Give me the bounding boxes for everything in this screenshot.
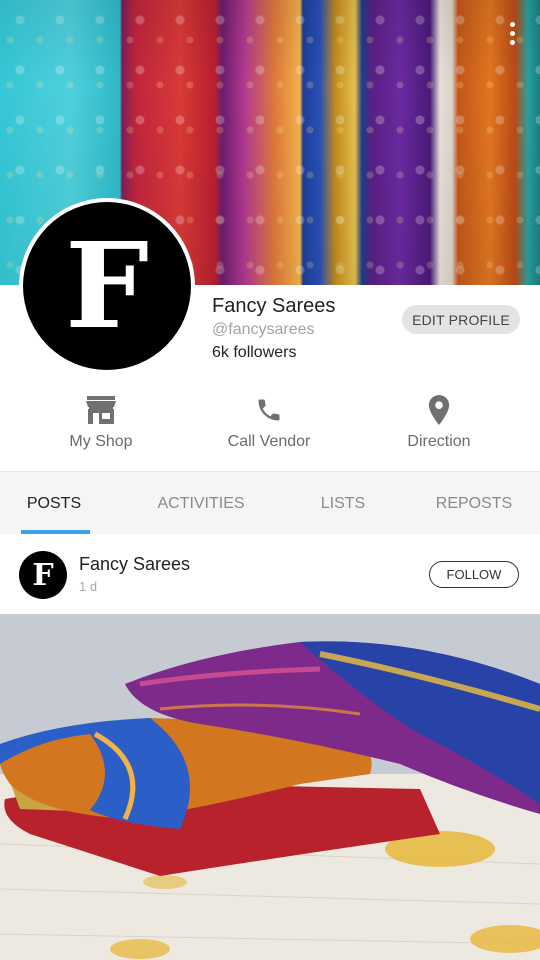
post-timestamp: 1 d <box>79 579 98 594</box>
kebab-dot <box>509 21 515 27</box>
follow-button[interactable]: FOLLOW <box>429 561 519 588</box>
kebab-dot <box>509 30 515 36</box>
tab-lists[interactable]: LISTS <box>312 472 374 535</box>
direction-button[interactable]: Direction <box>364 393 514 451</box>
profile-followers: 6k followers <box>212 344 297 361</box>
post-photo <box>0 614 540 960</box>
call-vendor-button[interactable]: Call Vendor <box>194 393 344 451</box>
post-image[interactable] <box>0 614 540 960</box>
location-pin-icon <box>422 393 456 427</box>
profile-avatar[interactable]: F <box>19 198 195 374</box>
my-shop-button[interactable]: My Shop <box>26 393 176 451</box>
kebab-dot <box>509 39 515 45</box>
tab-reposts[interactable]: REPOSTS <box>428 472 520 535</box>
edit-profile-button[interactable]: EDIT PROFILE <box>402 305 520 334</box>
profile-avatar-letter: F <box>23 202 191 370</box>
tab-activities[interactable]: ACTIVITIES <box>146 472 256 535</box>
profile-tabs: POSTS ACTIVITIES LISTS REPOSTS <box>0 471 540 534</box>
my-shop-label: My Shop <box>69 433 133 450</box>
active-tab-indicator <box>21 530 90 534</box>
profile-name: Fancy Sarees <box>212 295 336 317</box>
post-author-avatar[interactable]: F <box>19 551 67 599</box>
phone-icon <box>252 393 286 427</box>
post-header: F Fancy Sarees 1 d FOLLOW <box>0 536 540 614</box>
shop-icon <box>84 393 118 427</box>
post-author-name[interactable]: Fancy Sarees <box>79 554 190 575</box>
more-options-icon[interactable] <box>500 18 524 48</box>
call-vendor-label: Call Vendor <box>227 433 311 450</box>
profile-handle: @fancysarees <box>212 321 315 338</box>
tab-posts[interactable]: POSTS <box>14 472 94 535</box>
direction-label: Direction <box>407 433 471 450</box>
